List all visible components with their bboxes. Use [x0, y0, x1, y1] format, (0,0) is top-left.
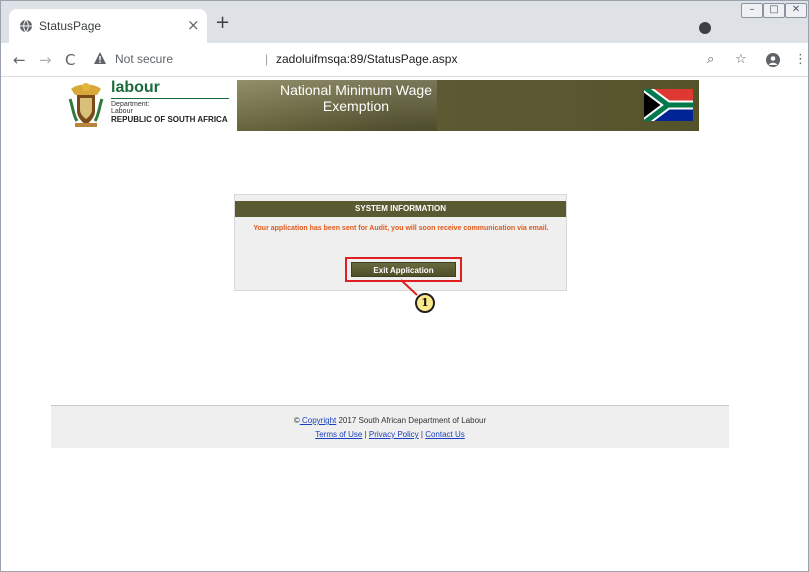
minimize-button[interactable]: –	[741, 3, 763, 18]
callout-leader-line	[400, 279, 418, 296]
terms-of-use-link[interactable]: Terms of Use	[315, 430, 362, 439]
copyright-line: © Copyright 2017 South African Departmen…	[51, 416, 729, 425]
tab-title: StatusPage	[39, 19, 102, 33]
forward-arrow-icon[interactable]: →	[39, 51, 52, 69]
security-label: Not secure	[115, 52, 174, 66]
address-bar[interactable]: Not secure | zadoluifmsqa:89/StatusPage.…	[93, 50, 693, 70]
contact-us-link[interactable]: Contact Us	[425, 430, 465, 439]
page-footer: © Copyright 2017 South African Departmen…	[51, 405, 729, 448]
star-icon[interactable]: ☆	[735, 52, 747, 67]
url-separator: |	[265, 52, 269, 66]
browser-window: StatusPage × + – □ ✕ ← → C Not secure | …	[0, 0, 809, 572]
privacy-policy-link[interactable]: Privacy Policy	[369, 430, 419, 439]
new-tab-button[interactable]: +	[215, 12, 230, 33]
tab-statuspage[interactable]: StatusPage ×	[9, 9, 207, 43]
web-page: labour Department: Labour REPUBLIC OF SO…	[1, 77, 808, 571]
kebab-menu-icon[interactable]: ⋮	[794, 52, 807, 67]
warning-triangle-icon	[94, 52, 106, 64]
copyright-text: 2017 South African Department of Labour	[336, 416, 487, 425]
reload-icon[interactable]: C	[65, 51, 75, 69]
tab-strip: StatusPage × + – □ ✕	[1, 1, 808, 43]
close-window-button[interactable]: ✕	[785, 3, 807, 18]
copyright-link[interactable]: Copyright	[300, 416, 336, 425]
footer-links: Terms of Use | Privacy Policy | Contact …	[51, 430, 729, 439]
chrome-profile-icon[interactable]	[699, 22, 711, 34]
back-arrow-icon[interactable]: ←	[13, 51, 26, 69]
tab-close-icon[interactable]: ×	[187, 16, 200, 34]
profile-icon[interactable]	[766, 53, 780, 67]
zoom-icon[interactable]: ⌕	[707, 52, 714, 67]
browser-toolbar: ← → C Not secure | zadoluifmsqa:89/Statu…	[1, 43, 808, 77]
maximize-button[interactable]: □	[763, 3, 785, 18]
step-callout-badge: 1	[415, 293, 435, 313]
globe-icon	[20, 19, 32, 33]
url-text[interactable]: zadoluifmsqa:89/StatusPage.aspx	[276, 52, 457, 66]
